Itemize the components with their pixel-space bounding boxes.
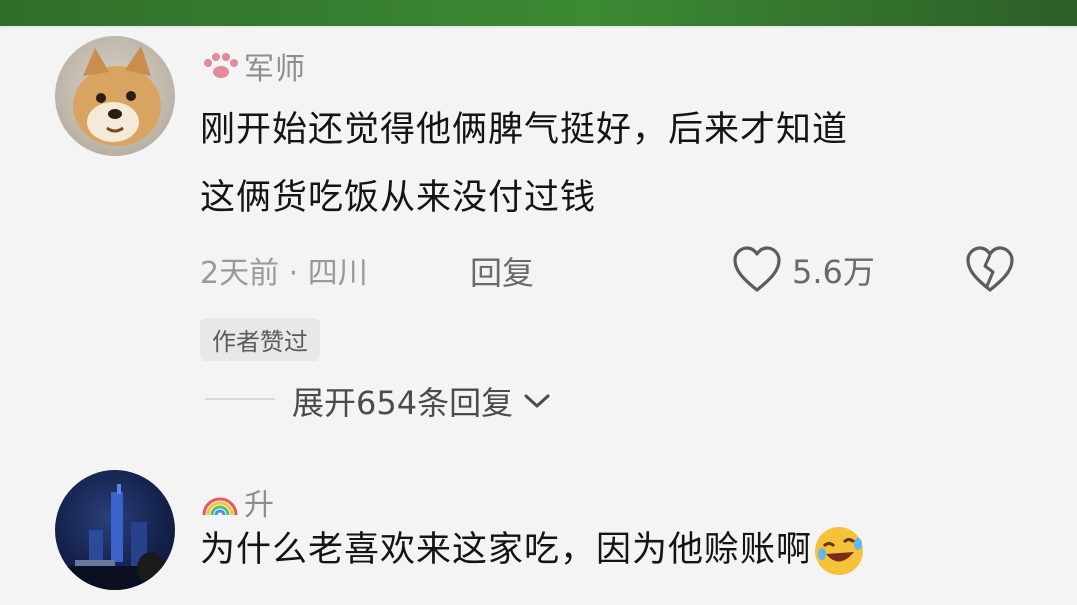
avatar[interactable] (55, 36, 175, 156)
comment-text-line: 刚开始还觉得他俩脾气挺好，后来才知道 (200, 110, 849, 150)
author-liked-badge: 作者赞过 (200, 318, 320, 361)
expand-replies-button[interactable]: 展开654条回复 (292, 378, 551, 424)
comment-item: 军师 刚开始还觉得他俩脾气挺好，后来才知道 这俩货吃饭从来没付过钱 2天前 · … (0, 30, 1077, 450)
rolling-laughing-emoji-icon (815, 527, 864, 575)
divider (205, 398, 275, 400)
dislike-button[interactable] (965, 246, 1015, 298)
comment-text: 为什么老喜欢来这家吃，因为他赊账啊 (200, 516, 1020, 584)
expand-replies-label: 展开654条回复 (292, 384, 514, 422)
like-button[interactable]: 5.6万 (732, 246, 875, 294)
chevron-down-icon (524, 394, 550, 408)
broken-heart-icon (966, 246, 1014, 292)
like-count: 5.6万 (792, 253, 875, 291)
shiba-dog-avatar-icon (73, 46, 161, 146)
comment-text-content: 为什么老喜欢来这家吃，因为他赊账啊 (200, 530, 813, 570)
heart-icon (733, 246, 781, 292)
comment-text-line: 这俩货吃饭从来没付过钱 (200, 178, 597, 218)
video-top-edge (0, 0, 1077, 28)
rainbow-icon (202, 497, 238, 516)
comment-text: 刚开始还觉得他俩脾气挺好，后来才知道 这俩货吃饭从来没付过钱 (200, 96, 1020, 232)
comment-meta: 2天前 · 四川 (200, 256, 368, 291)
avatar[interactable] (55, 470, 175, 590)
username[interactable]: 军师 (200, 44, 306, 88)
paw-badge-icon (204, 53, 238, 78)
comment-item: 升 为什么老喜欢来这家吃，因为他赊账啊 (0, 468, 1077, 605)
username-text: 军师 (244, 52, 306, 87)
reply-button[interactable]: 回复 (470, 248, 534, 294)
night-city-avatar-icon (55, 484, 175, 590)
